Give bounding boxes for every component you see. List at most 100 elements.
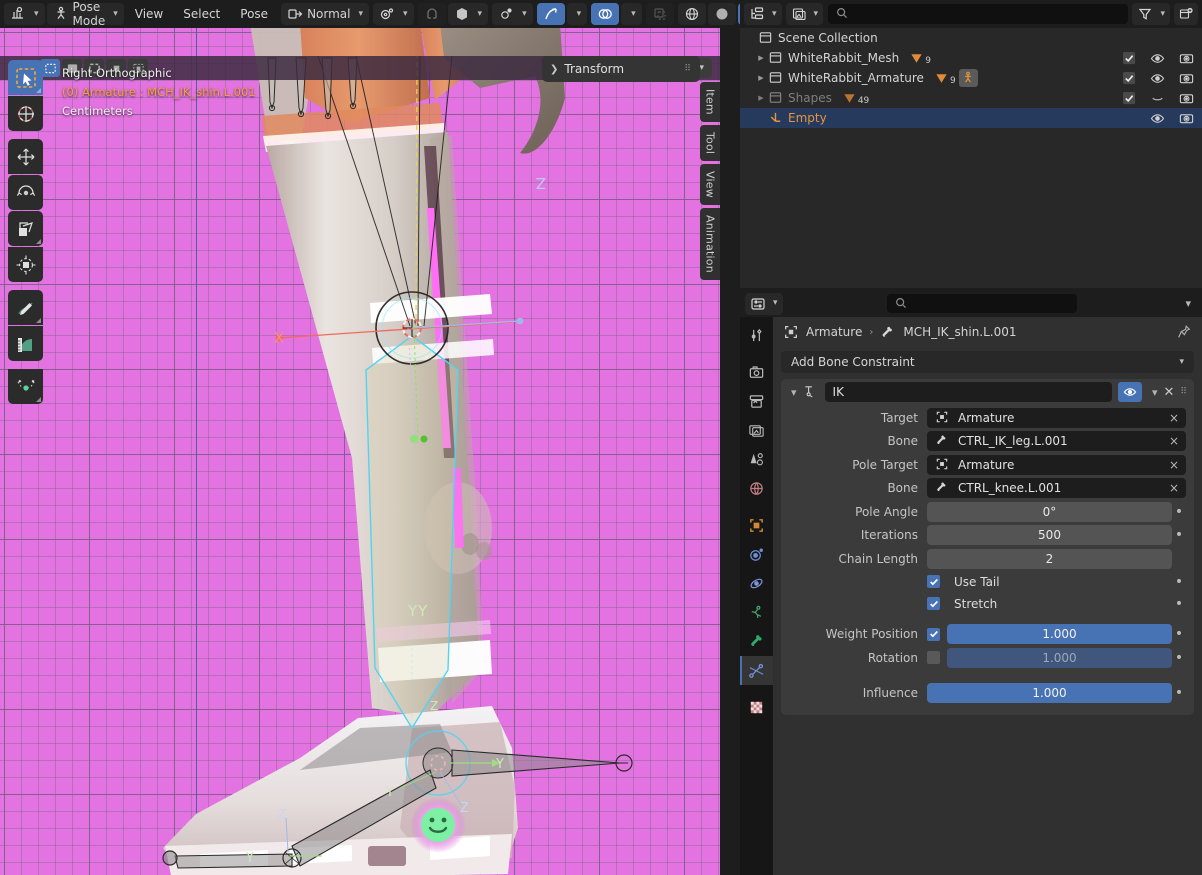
constraint-name-field[interactable]: IK xyxy=(825,382,1112,402)
properties-tab-bone-constraints[interactable] xyxy=(740,656,773,685)
animate-property-dot[interactable]: • xyxy=(1172,578,1186,586)
proportional-edit-selector[interactable]: ▾ xyxy=(492,3,533,25)
sidebar-tab-view[interactable]: View xyxy=(700,164,720,205)
eye-open-icon[interactable] xyxy=(1150,111,1165,126)
properties-tab-texture[interactable] xyxy=(740,693,773,722)
pole-target-bone-field[interactable]: CTRL_knee.L.001 × xyxy=(927,478,1186,498)
xray-toggle[interactable] xyxy=(646,3,674,25)
outliner-filter-id-button[interactable]: ▾ xyxy=(786,3,824,25)
overlays-toggle[interactable] xyxy=(591,3,619,25)
rotate-tool-button[interactable] xyxy=(8,175,43,210)
properties-tab-armature-data[interactable] xyxy=(740,627,773,656)
outliner-search-input[interactable] xyxy=(828,4,1128,24)
properties-tab-render[interactable] xyxy=(740,358,773,387)
clear-field-icon[interactable]: × xyxy=(1169,434,1179,448)
snap-target-selector[interactable]: ▾ xyxy=(448,3,489,25)
snapping-enabled-toggle[interactable] xyxy=(537,3,565,25)
tweak-tool-button[interactable] xyxy=(8,60,43,95)
outliner-display-mode-button[interactable]: ▾ xyxy=(744,3,782,25)
properties-tab-tool[interactable] xyxy=(740,321,773,350)
checkbox-enabled[interactable] xyxy=(1123,92,1136,105)
animate-property-dot[interactable]: • xyxy=(1172,531,1186,539)
camera-render-icon[interactable] xyxy=(1179,111,1194,126)
select-mode-tweak[interactable] xyxy=(40,59,60,77)
measure-tool-button[interactable] xyxy=(8,326,43,361)
snap-toggle[interactable] xyxy=(418,3,446,25)
weight-rotation-checkbox[interactable] xyxy=(927,651,940,664)
pin-icon[interactable] xyxy=(1176,324,1192,340)
breadcrumb-object[interactable]: Armature xyxy=(806,325,862,339)
sidebar-tab-animation[interactable]: Animation xyxy=(700,208,720,280)
add-bone-constraint-button[interactable]: Add Bone Constraint ▾ xyxy=(781,351,1194,373)
iterations-value[interactable]: 500 xyxy=(927,525,1172,545)
drag-grip-icon[interactable]: ⠿ xyxy=(684,64,692,74)
outliner-row-whiterabbit-mesh[interactable]: ▶ WhiteRabbit_Mesh 9 xyxy=(740,48,1202,68)
transform-orientation-selector[interactable]: Normal ▾ xyxy=(281,3,369,25)
use-tail-checkbox[interactable] xyxy=(927,575,940,588)
outliner-tree[interactable]: Scene Collection ▶ WhiteRabbit_Mesh 9 xyxy=(740,28,1202,288)
properties-tab-scene[interactable] xyxy=(740,445,773,474)
weight-position-slider[interactable]: 1.000 xyxy=(947,624,1172,644)
shading-wireframe-button[interactable] xyxy=(678,3,706,25)
breadcrumb-bone[interactable]: MCH_IK_shin.L.001 xyxy=(903,325,1016,339)
properties-tab-output[interactable] xyxy=(740,387,773,416)
eye-open-icon[interactable] xyxy=(1150,71,1165,86)
target-bone-field[interactable]: CTRL_IK_leg.L.001 × xyxy=(927,431,1186,451)
outliner-row-shapes[interactable]: ▶ Shapes 49 xyxy=(740,88,1202,108)
editor-type-selector[interactable]: ▾ xyxy=(4,3,45,25)
clear-field-icon[interactable]: × xyxy=(1169,411,1179,425)
chain-length-value[interactable]: 2 xyxy=(927,549,1172,569)
pole-angle-value[interactable]: 0° xyxy=(927,502,1172,522)
properties-tab-world[interactable] xyxy=(740,474,773,503)
transform-tool-button[interactable] xyxy=(8,247,43,282)
annotate-tool-button[interactable] xyxy=(8,290,43,325)
animate-property-dot[interactable]: • xyxy=(1172,654,1186,662)
camera-render-icon[interactable] xyxy=(1179,71,1194,86)
outliner-row-empty[interactable]: Empty xyxy=(740,108,1202,128)
pole-target-object-field[interactable]: Armature × xyxy=(927,455,1186,475)
menu-pose[interactable]: Pose xyxy=(231,3,277,25)
x-close-icon[interactable]: ✕ xyxy=(1164,385,1175,400)
cursor-tool-button[interactable] xyxy=(8,96,43,131)
constraint-extras-chevron-down-icon[interactable]: ▾ xyxy=(1152,387,1158,398)
target-object-field[interactable]: Armature × xyxy=(927,408,1186,428)
triangle-right-icon[interactable]: ▶ xyxy=(754,54,768,62)
outliner-row-scene-collection[interactable]: Scene Collection xyxy=(740,28,1202,48)
constraint-enabled-toggle[interactable] xyxy=(1118,382,1142,402)
armature-pose-icon[interactable] xyxy=(959,69,978,87)
overlays-dropdown[interactable]: ▾ xyxy=(621,3,642,25)
menu-view[interactable]: View xyxy=(126,3,172,25)
gizmo-dropdown[interactable]: ▾ xyxy=(567,3,588,25)
clear-field-icon[interactable]: × xyxy=(1169,458,1179,472)
move-tool-button[interactable] xyxy=(8,139,43,174)
animate-property-dot[interactable]: • xyxy=(1172,689,1186,697)
camera-render-icon[interactable] xyxy=(1179,51,1194,66)
properties-tab-object[interactable] xyxy=(740,511,773,540)
properties-tab-modifiers[interactable] xyxy=(740,540,773,569)
menu-select[interactable]: Select xyxy=(174,3,229,25)
animate-property-dot[interactable]: • xyxy=(1172,508,1186,516)
mode-selector[interactable]: Pose Mode ▾ xyxy=(47,3,124,25)
outliner-filter-button[interactable]: ▾ xyxy=(1132,3,1170,25)
triangle-right-icon[interactable]: ▶ xyxy=(754,74,768,82)
outliner-row-whiterabbit-armature[interactable]: ▶ WhiteRabbit_Armature 9 xyxy=(740,68,1202,88)
clear-field-icon[interactable]: × xyxy=(1169,481,1179,495)
scale-tool-button[interactable] xyxy=(8,211,43,246)
properties-tab-object-constraints[interactable] xyxy=(740,598,773,627)
properties-editor-type-button[interactable]: ▾ xyxy=(745,293,783,315)
checkbox-enabled[interactable] xyxy=(1123,52,1136,65)
checkbox-enabled[interactable] xyxy=(1123,72,1136,85)
drag-grip-icon[interactable]: ⠿ xyxy=(1180,387,1188,397)
camera-render-icon[interactable] xyxy=(1179,91,1194,106)
new-collection-button[interactable] xyxy=(1174,3,1198,25)
eye-open-icon[interactable] xyxy=(1150,51,1165,66)
sidebar-tab-item[interactable]: Item xyxy=(700,82,720,122)
weight-position-checkbox[interactable] xyxy=(927,628,940,641)
eye-closed-icon[interactable] xyxy=(1150,91,1165,106)
stretch-checkbox[interactable] xyxy=(927,597,940,610)
sidebar-panel-transform[interactable]: ❯ Transform ⠿ xyxy=(542,56,700,82)
properties-tab-physics[interactable] xyxy=(740,569,773,598)
animate-property-dot[interactable]: • xyxy=(1172,600,1186,608)
properties-tab-viewlayer[interactable] xyxy=(740,416,773,445)
3d-viewport[interactable]: X Z Y Y Z Y Y Z Y Z xyxy=(0,28,720,875)
